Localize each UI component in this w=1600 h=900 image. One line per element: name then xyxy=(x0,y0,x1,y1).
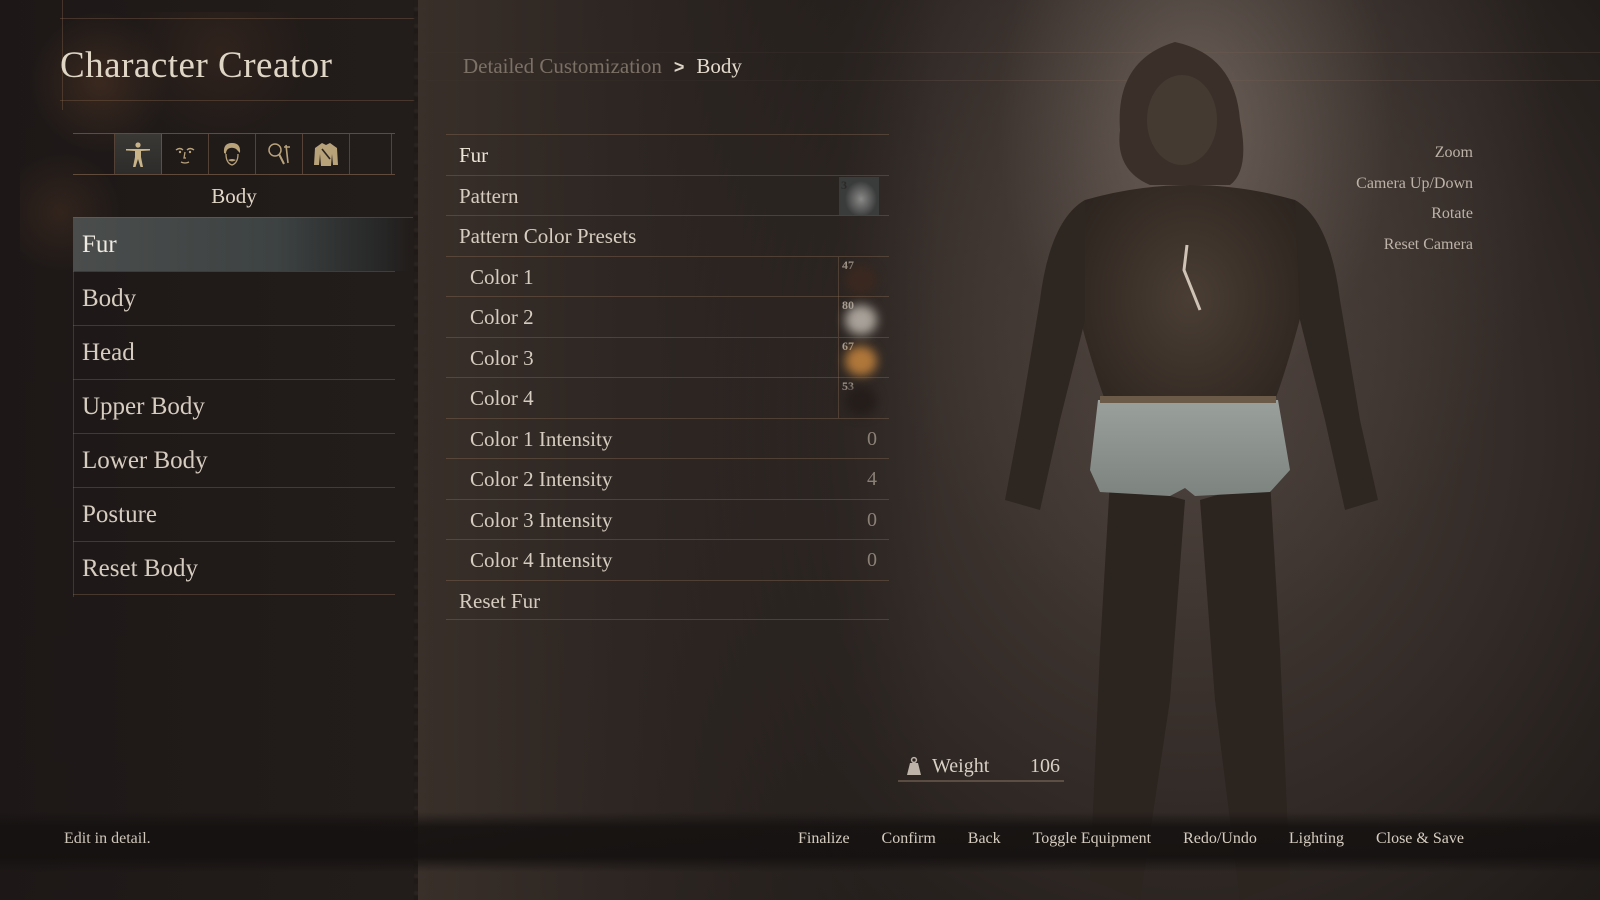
color-swatch-fill xyxy=(845,264,877,295)
setting-label: Color 2 xyxy=(470,305,534,329)
face-icon xyxy=(175,147,195,164)
color-swatch[interactable]: 67 xyxy=(838,337,879,378)
setting-label: Color 3 xyxy=(470,345,534,370)
body-figure-icon xyxy=(126,142,150,167)
toggle-equipment-button[interactable]: Toggle Equipment xyxy=(1033,830,1151,848)
action-bar: Finalize Confirm Back Toggle Equipment R… xyxy=(798,830,1464,848)
setting-color-3-intensity[interactable]: Color 3 Intensity 0 xyxy=(446,498,889,540)
makeup-icon xyxy=(268,143,290,165)
setting-label: Color 4 xyxy=(470,386,534,410)
setting-value: 4 xyxy=(867,468,877,490)
category-tab-body[interactable] xyxy=(115,134,162,174)
weight-label: Weight xyxy=(932,754,990,777)
setting-color-4-intensity[interactable]: Color 4 Intensity 0 xyxy=(446,539,889,580)
frame-line xyxy=(60,18,420,19)
left-menu-item-posture[interactable]: Posture xyxy=(73,487,395,541)
category-tab-face[interactable] xyxy=(162,134,209,174)
setting-label: Color 4 Intensity xyxy=(470,548,613,572)
pattern-number: 3 xyxy=(841,177,847,192)
camera-reset-hint[interactable]: Reset Camera xyxy=(1356,230,1473,261)
camera-up-down-hint[interactable]: Camera Up/Down xyxy=(1356,169,1473,200)
close-save-button[interactable]: Close & Save xyxy=(1376,830,1464,848)
breadcrumb-current: Body xyxy=(696,54,742,78)
weight-display: Weight 106 xyxy=(898,752,1064,782)
color-swatch-fill xyxy=(845,305,877,335)
weight-icon xyxy=(907,756,921,775)
left-menu-item-reset-body[interactable]: Reset Body xyxy=(73,541,395,595)
category-tab-spacer xyxy=(73,134,115,174)
left-menu-item-fur[interactable]: Fur xyxy=(73,217,413,271)
category-tab-bar xyxy=(73,133,395,175)
left-menu-item-lower-body[interactable]: Lower Body xyxy=(73,433,395,487)
setting-value: 0 xyxy=(867,508,877,531)
category-label: Body xyxy=(211,184,257,208)
setting-label: Color 2 Intensity xyxy=(470,467,613,491)
back-button[interactable]: Back xyxy=(968,830,1001,848)
setting-color-2-intensity[interactable]: Color 2 Intensity 4 xyxy=(446,458,889,499)
finalize-button[interactable]: Finalize xyxy=(798,830,850,848)
setting-value: 0 xyxy=(867,427,877,450)
camera-controls: Zoom Camera Up/Down Rotate Reset Camera xyxy=(1356,138,1473,260)
clothing-icon xyxy=(314,143,338,166)
category-tab-spacer xyxy=(350,134,392,174)
setting-color-3[interactable]: Color 3 67 xyxy=(446,336,889,378)
confirm-button[interactable]: Confirm xyxy=(882,830,936,848)
category-tab-clothing[interactable] xyxy=(303,134,350,174)
breadcrumb-parent[interactable]: Detailed Customization xyxy=(463,54,662,79)
setting-label: Fur xyxy=(459,143,489,167)
setting-label: Color 1 Intensity xyxy=(470,426,613,451)
setting-label: Color 3 Intensity xyxy=(470,507,613,532)
app-title: Character Creator xyxy=(60,45,333,86)
setting-color-2[interactable]: Color 2 80 xyxy=(446,296,889,337)
camera-rotate-hint[interactable]: Rotate xyxy=(1356,199,1473,230)
left-menu-item-upper-body[interactable]: Upper Body xyxy=(73,379,395,433)
camera-zoom-hint[interactable]: Zoom xyxy=(1356,138,1473,169)
setting-pattern[interactable]: Pattern 3 xyxy=(446,174,889,216)
color-swatch-fill xyxy=(845,345,877,376)
setting-label: Color 1 xyxy=(470,264,534,289)
color-swatch-fill xyxy=(845,386,877,416)
category-tab-makeup[interactable] xyxy=(256,134,303,174)
breadcrumb-separator: > xyxy=(673,57,685,77)
left-menu: Fur Body Head Upper Body Lower Body Post… xyxy=(73,217,413,597)
setting-pattern-color-presets[interactable]: Pattern Color Presets xyxy=(446,215,889,256)
color-swatch[interactable]: 47 xyxy=(838,256,879,297)
setting-value: 0 xyxy=(867,549,877,571)
lighting-button[interactable]: Lighting xyxy=(1289,830,1344,848)
weight-value: 106 xyxy=(1030,754,1060,777)
breadcrumb: Detailed Customization > Body xyxy=(463,54,742,79)
settings-list: Fur Pattern 3 Pattern Color Presets Colo… xyxy=(446,134,889,620)
color-swatch[interactable]: 53 xyxy=(838,378,879,418)
left-menu-item-head[interactable]: Head xyxy=(73,325,395,379)
pattern-thumbnail[interactable]: 3 xyxy=(839,176,879,215)
left-menu-item-body[interactable]: Body xyxy=(73,271,395,325)
category-tab-hair[interactable] xyxy=(209,134,256,174)
color-swatch[interactable]: 80 xyxy=(838,297,879,337)
setting-color-1[interactable]: Color 1 47 xyxy=(446,255,889,297)
setting-color-1-intensity[interactable]: Color 1 Intensity 0 xyxy=(446,417,889,459)
setting-color-4[interactable]: Color 4 53 xyxy=(446,377,889,418)
redo-undo-button[interactable]: Redo/Undo xyxy=(1183,830,1257,848)
setting-reset-fur[interactable]: Reset Fur xyxy=(446,579,889,620)
hair-icon xyxy=(223,143,241,166)
setting-label: Reset Fur xyxy=(459,588,541,613)
setting-label: Pattern xyxy=(459,183,519,208)
setting-section-fur: Fur xyxy=(446,134,889,175)
help-text: Edit in detail. xyxy=(64,830,151,847)
setting-label: Pattern Color Presets xyxy=(459,224,637,248)
frame-line xyxy=(60,100,420,101)
